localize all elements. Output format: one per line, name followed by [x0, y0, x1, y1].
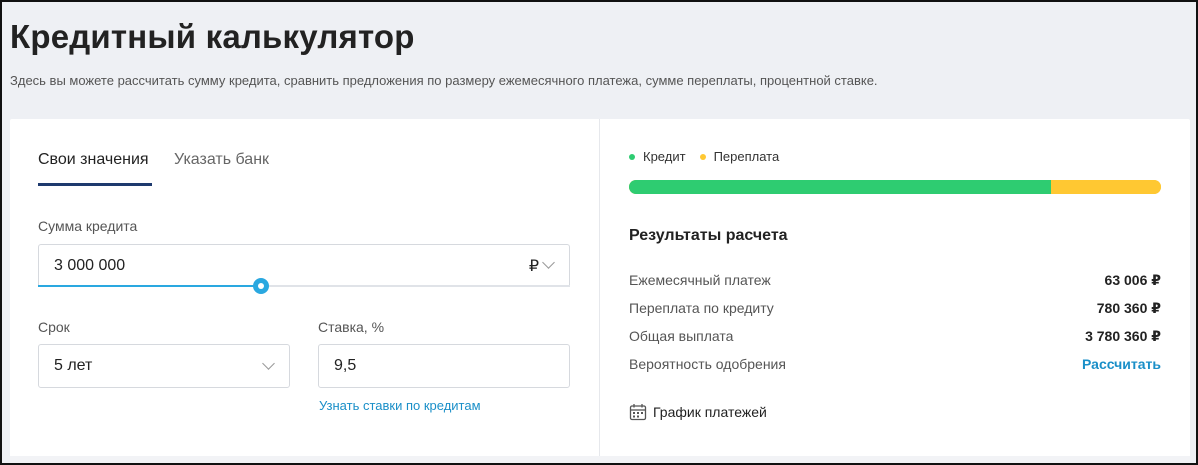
legend-credit-dot	[629, 153, 635, 160]
calendar-icon	[629, 404, 647, 421]
result-value: 63 006 ₽	[1104, 272, 1161, 288]
legend-credit: Кредит	[629, 149, 686, 164]
legend-overpay-dot	[699, 153, 706, 160]
result-row-approval: Вероятность одобрения Рассчитать	[629, 356, 1161, 372]
result-label: Общая выплата	[629, 328, 734, 344]
chart-legend: Кредит Переплата	[629, 149, 793, 164]
result-row-total: Общая выплата 3 780 360 ₽	[629, 328, 1161, 345]
legend-overpay-label: Переплата	[713, 149, 780, 164]
results-panel: Кредит Переплата Результаты расчета Ежем…	[10, 119, 1190, 464]
page-title: Кредитный калькулятор	[10, 18, 415, 55]
bar-overpay-segment	[1051, 180, 1161, 194]
payment-schedule-button[interactable]: График платежей	[629, 403, 767, 421]
bar-credit-segment	[629, 180, 1052, 194]
result-label: Переплата по кредиту	[629, 300, 774, 316]
payment-schedule-label: График платежей	[653, 404, 767, 420]
legend-credit-label: Кредит	[643, 149, 686, 164]
result-value: 3 780 360 ₽	[1085, 328, 1161, 344]
result-value: 780 360 ₽	[1096, 300, 1161, 316]
result-row-overpay: Переплата по кредиту 780 360 ₽	[629, 300, 1161, 317]
results-title: Результаты расчета	[629, 227, 788, 244]
credit-overpay-bar	[629, 180, 1161, 194]
legend-overpay: Переплата	[699, 149, 780, 164]
page-subtitle: Здесь вы можете рассчитать сумму кредита…	[10, 73, 878, 88]
result-row-monthly: Ежемесячный платеж 63 006 ₽	[629, 272, 1161, 289]
calculate-approval-link[interactable]: Рассчитать	[1082, 356, 1161, 372]
result-label: Вероятность одобрения	[629, 356, 786, 372]
result-label: Ежемесячный платеж	[629, 272, 771, 288]
